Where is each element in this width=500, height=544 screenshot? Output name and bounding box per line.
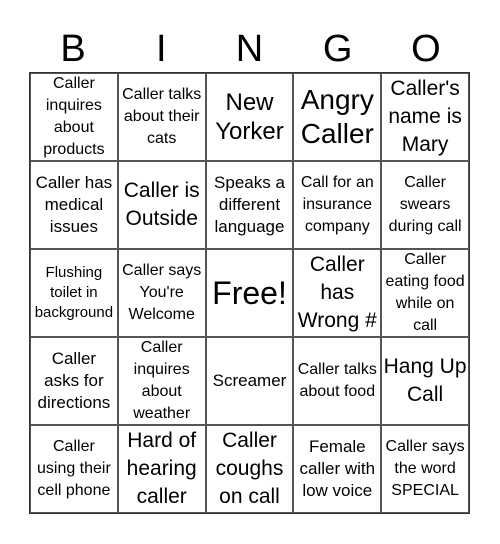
bingo-cell[interactable]: Caller talks about their cats bbox=[117, 73, 206, 161]
bingo-cell[interactable]: Caller's name is Mary bbox=[381, 73, 469, 161]
bingo-cell[interactable]: Caller is Outside bbox=[117, 161, 206, 249]
bingo-cell[interactable]: Caller eating food while on call bbox=[381, 249, 469, 337]
bingo-cell[interactable]: Caller inquires about products bbox=[30, 73, 118, 161]
bingo-cell-free[interactable]: Free! bbox=[205, 249, 294, 337]
header-letter-o: O bbox=[411, 28, 441, 70]
bingo-cell[interactable]: Hang Up Call bbox=[381, 337, 469, 425]
bingo-cell[interactable]: Caller talks about food bbox=[293, 337, 382, 425]
header-letter-n: N bbox=[235, 28, 264, 70]
bingo-cell[interactable]: Speaks a different language bbox=[205, 161, 294, 249]
bingo-cell[interactable]: Caller has Wrong # bbox=[293, 249, 382, 337]
bingo-cell[interactable]: Flushing toilet in background bbox=[30, 249, 118, 337]
bingo-cell[interactable]: Female caller with low voice bbox=[293, 425, 382, 513]
bingo-header: B I N G O bbox=[29, 26, 470, 72]
bingo-cell[interactable]: Caller has medical issues bbox=[30, 161, 118, 249]
bingo-cell[interactable]: New Yorker bbox=[205, 73, 294, 161]
bingo-cell[interactable]: Call for an insurance company bbox=[293, 161, 382, 249]
bingo-cell[interactable]: Angry Caller bbox=[293, 73, 382, 161]
bingo-cell[interactable]: Caller says the word SPECIAL bbox=[381, 425, 469, 513]
header-letter-b: B bbox=[60, 28, 86, 70]
bingo-cell[interactable]: Hard of hearing caller bbox=[117, 425, 206, 513]
bingo-cell[interactable]: Caller coughs on call bbox=[205, 425, 294, 513]
bingo-cell[interactable]: Caller says You're Welcome bbox=[117, 249, 206, 337]
bingo-grid: Caller inquires about products Caller ta… bbox=[29, 72, 470, 514]
bingo-cell[interactable]: Caller inquires about weather bbox=[117, 337, 206, 425]
header-letter-g: G bbox=[322, 28, 353, 70]
bingo-cell[interactable]: Screamer bbox=[205, 337, 294, 425]
header-letter-i: I bbox=[156, 28, 167, 70]
bingo-cell[interactable]: Caller using their cell phone bbox=[30, 425, 118, 513]
bingo-cell[interactable]: Caller asks for directions bbox=[30, 337, 118, 425]
bingo-cell[interactable]: Caller swears during call bbox=[381, 161, 469, 249]
